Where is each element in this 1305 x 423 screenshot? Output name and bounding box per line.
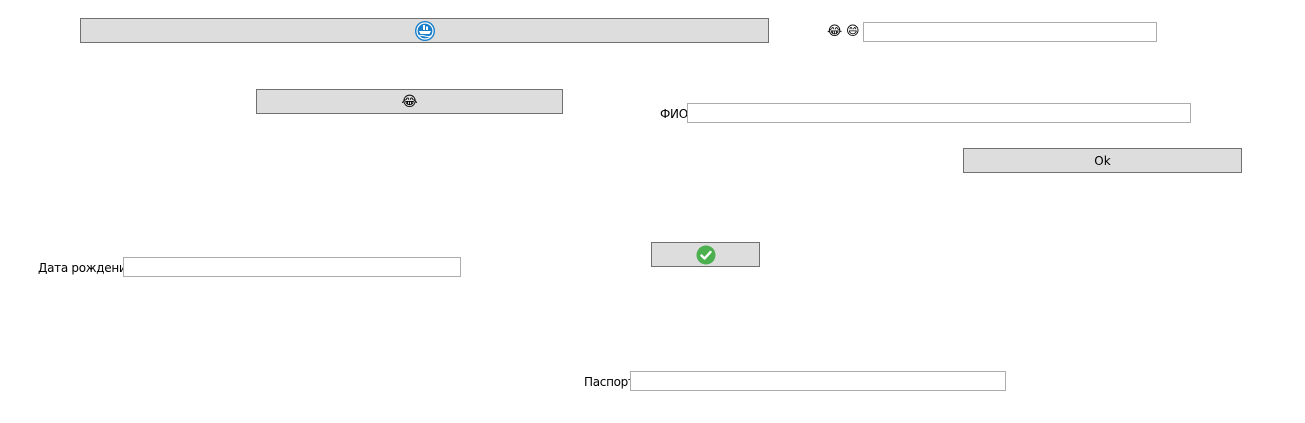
check-icon-button[interactable]: [651, 242, 760, 267]
birth-date-field[interactable]: [123, 257, 461, 277]
grinning-emoji-label: 😄: [846, 24, 860, 39]
form-window: 😂 😄 😂 ФИО Ok Дата рождения Паспорт: [0, 0, 1305, 423]
ok-button[interactable]: Ok: [963, 148, 1242, 173]
laughing-emoji-icon: 😂: [401, 93, 418, 110]
fio-field[interactable]: [687, 103, 1191, 123]
ok-button-label: Ok: [1094, 153, 1111, 168]
ship-icon-button[interactable]: [80, 18, 769, 43]
birth-date-label: Дата рождения: [38, 261, 134, 275]
emoji-text-field[interactable]: [863, 22, 1157, 42]
passport-label: Паспорт: [584, 375, 635, 389]
laughing-emoji-button[interactable]: 😂: [256, 89, 563, 114]
green-check-icon: [696, 245, 715, 264]
ship-badge-icon: [414, 20, 435, 41]
fio-label: ФИО: [660, 107, 688, 121]
laughing-emoji-label: 😂: [827, 24, 843, 39]
passport-field[interactable]: [630, 371, 1006, 391]
